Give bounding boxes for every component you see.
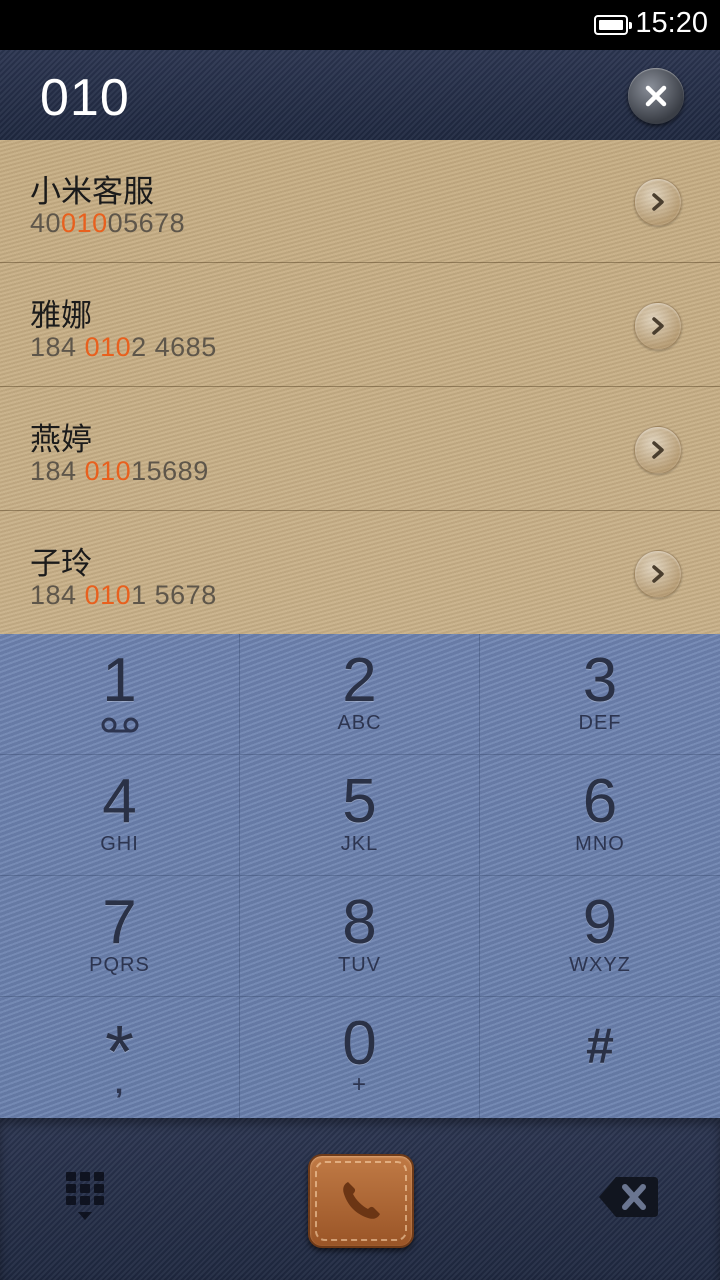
phone-icon	[343, 1182, 380, 1219]
key-letters: +	[351, 1071, 367, 1098]
key-digit: 5	[342, 767, 377, 836]
key-digit: 3	[582, 646, 618, 715]
call-button[interactable]	[308, 1154, 414, 1248]
key-4[interactable]: 4 GHI	[0, 755, 240, 876]
status-time: 15:20	[635, 7, 708, 39]
key-5[interactable]: 5 JKL	[240, 755, 480, 876]
key-hash[interactable]: #	[480, 997, 720, 1118]
key-2[interactable]: 2 ABC	[240, 634, 480, 755]
key-1[interactable]: 1	[0, 634, 240, 755]
key-letters: WXYZ	[569, 954, 631, 976]
key-7[interactable]: 7 PQRS	[0, 876, 240, 997]
keypad-hide-icon	[66, 1172, 104, 1220]
contact-name: 燕婷	[30, 422, 92, 458]
contact-name: 子玲	[30, 546, 92, 582]
clear-button[interactable]	[628, 68, 684, 124]
contact-number: 184 01015689	[30, 456, 209, 486]
match-highlight: 010	[61, 208, 108, 238]
key-digit: 9	[582, 888, 618, 957]
contact-detail-button[interactable]	[634, 550, 682, 598]
dialed-number[interactable]: 010	[40, 68, 130, 128]
contact-row[interactable]: 小米客服 4001005678	[0, 140, 720, 263]
key-letters: TUV	[338, 954, 381, 976]
dial-keypad: 1 2 ABC 3 DEF 4 GHI 5 JKL 6 MNO 7 PQRS 8…	[0, 634, 720, 1118]
status-bar: 15:20	[0, 0, 720, 50]
match-highlight: 010	[84, 580, 132, 610]
key-digit: 6	[582, 767, 618, 836]
key-letters: ABC	[337, 712, 382, 734]
match-highlight: 010	[84, 456, 132, 486]
key-3[interactable]: 3 DEF	[480, 634, 720, 755]
dial-input-area: 010	[0, 50, 720, 140]
contact-detail-button[interactable]	[634, 178, 682, 226]
contact-number: 184 0101 5678	[30, 580, 217, 610]
key-letters: GHI	[100, 833, 139, 855]
key-star[interactable]: * ,	[0, 997, 240, 1118]
contact-number: 4001005678	[30, 208, 186, 238]
contact-row[interactable]: 子玲 184 0101 5678	[0, 512, 720, 635]
chevron-right-icon	[652, 193, 664, 211]
contact-detail-button[interactable]	[634, 426, 682, 474]
contact-name: 雅娜	[30, 298, 92, 334]
key-digit: 7	[102, 888, 137, 957]
key-digit: 4	[102, 767, 137, 836]
contact-row[interactable]: 雅娜 184 0102 4685	[0, 264, 720, 387]
key-letters: MNO	[575, 833, 625, 855]
key-digit: #	[586, 1018, 614, 1074]
key-letters: ,	[114, 1067, 125, 1100]
close-icon	[645, 85, 667, 107]
key-letters: PQRS	[89, 954, 150, 976]
key-letters: DEF	[578, 712, 622, 734]
battery-full-icon	[594, 15, 632, 35]
key-letters: JKL	[340, 833, 379, 855]
voicemail-icon	[101, 717, 139, 733]
key-digit: 2	[342, 646, 377, 715]
chevron-right-icon	[652, 317, 664, 335]
contact-detail-button[interactable]	[634, 302, 682, 350]
key-digit: 0	[342, 1009, 377, 1078]
keypad-toggle-button[interactable]	[62, 1170, 114, 1230]
chevron-right-icon	[652, 441, 664, 459]
key-0[interactable]: 0 +	[240, 997, 480, 1118]
key-6[interactable]: 6 MNO	[480, 755, 720, 876]
key-digit: 1	[102, 646, 137, 715]
backspace-icon	[599, 1177, 658, 1217]
contact-results-list: 小米客服 4001005678 雅娜 184 0102 4685 燕婷 184 …	[0, 140, 720, 634]
key-digit: 8	[342, 888, 377, 957]
key-8[interactable]: 8 TUV	[240, 876, 480, 997]
contact-number: 184 0102 4685	[30, 332, 217, 362]
chevron-right-icon	[652, 565, 664, 583]
match-highlight: 010	[84, 332, 132, 362]
bottom-action-bar	[0, 1118, 720, 1280]
key-9[interactable]: 9 WXYZ	[480, 876, 720, 997]
backspace-button[interactable]	[596, 1174, 660, 1220]
contact-name: 小米客服	[30, 174, 154, 210]
contact-row[interactable]: 燕婷 184 01015689	[0, 388, 720, 511]
